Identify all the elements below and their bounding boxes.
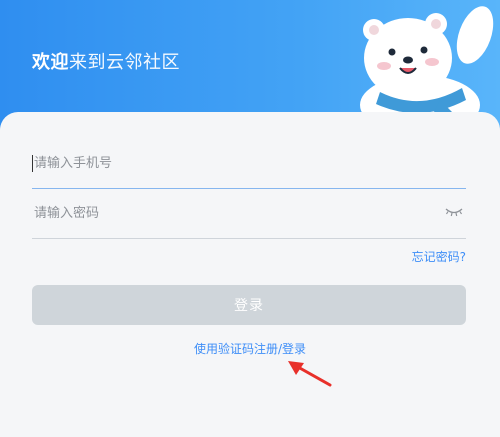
welcome-rest-text: 来到云邻社区 [69,52,180,73]
polar-bear-mascot-icon [360,6,494,118]
phone-input[interactable] [32,140,434,186]
password-input[interactable] [32,190,434,236]
login-button[interactable]: 登录 [32,285,466,325]
text-cursor [32,155,33,172]
eye-closed-icon[interactable] [444,206,464,218]
welcome-bold-text: 欢迎 [32,52,69,73]
phone-field [32,140,466,189]
forgot-password-link[interactable]: 忘记密码? [412,248,466,265]
sms-login-link[interactable]: 使用验证码注册/登录 [0,340,500,357]
annotation-arrow-icon [288,361,332,387]
welcome-title: 欢迎来到云邻社区 [32,48,180,74]
password-field [32,190,466,239]
